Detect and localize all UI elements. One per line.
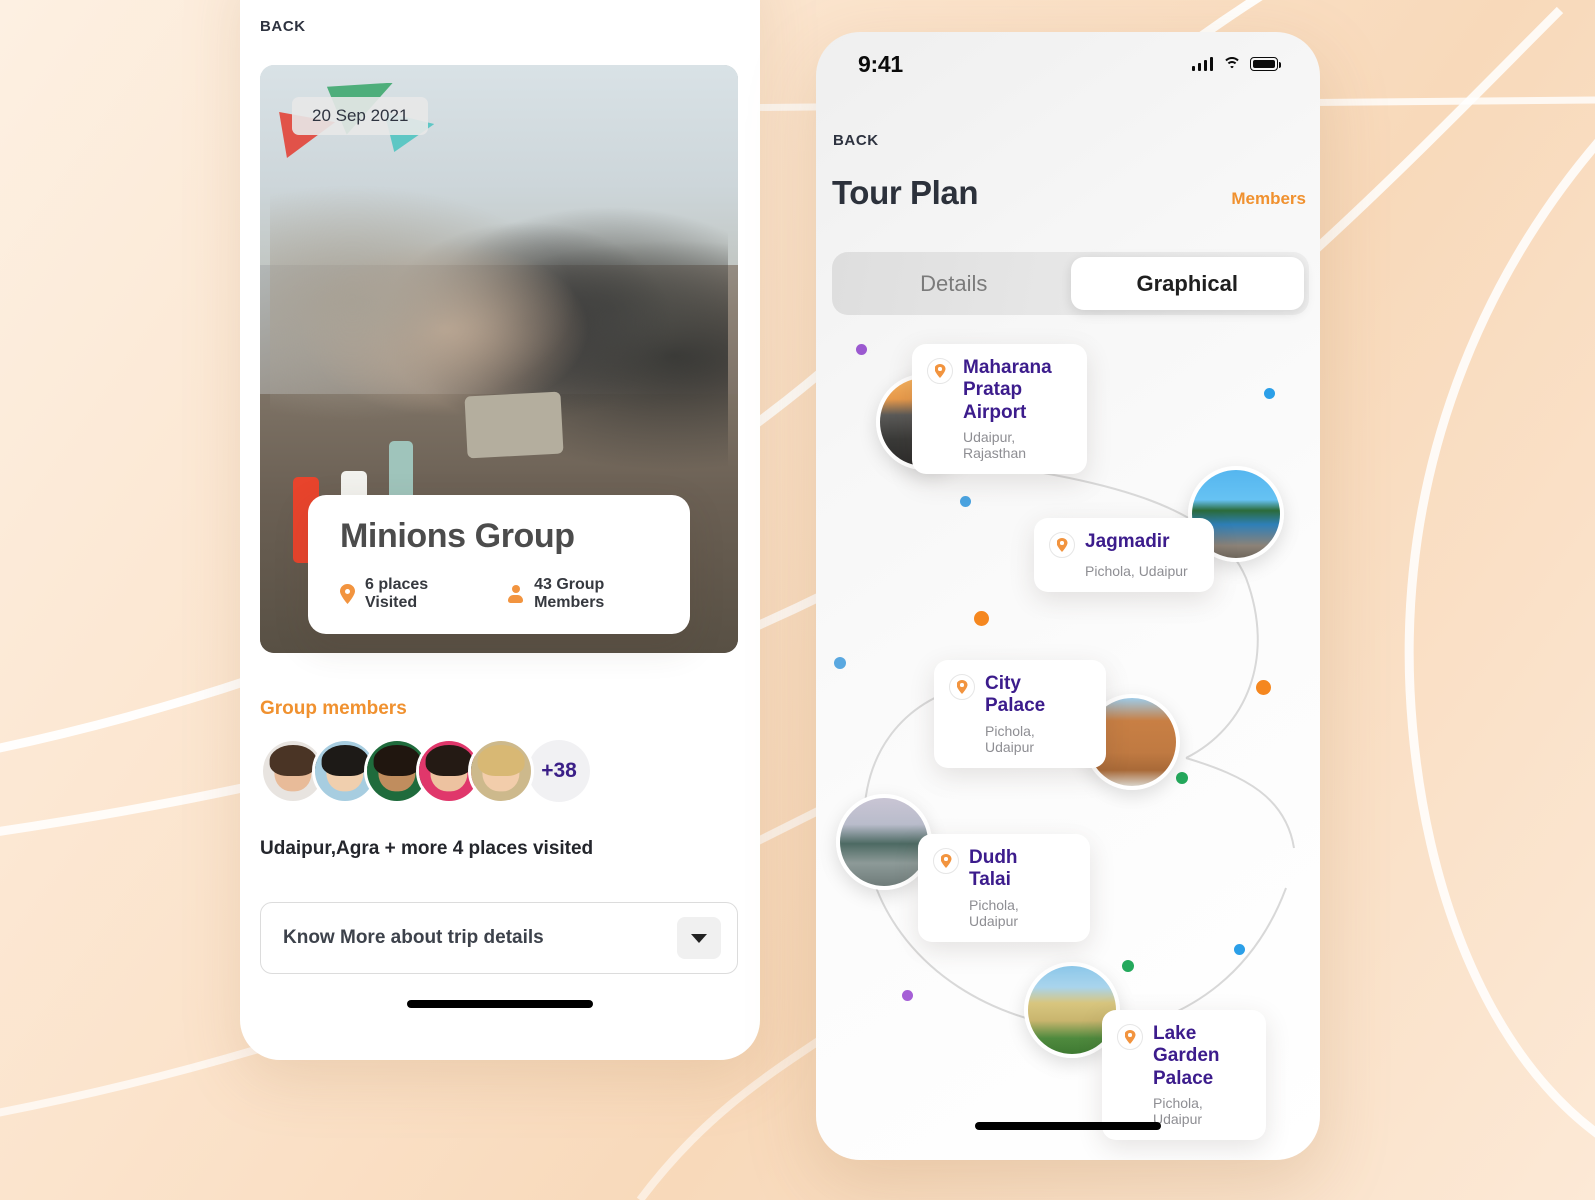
dot-green-1 xyxy=(1176,772,1188,784)
stat-members-label: 43 Group Members xyxy=(534,576,605,611)
stat-places-visited: 6 places Visited xyxy=(340,576,467,612)
dot-blue-1 xyxy=(1264,388,1275,399)
group-members-heading: Group members xyxy=(260,698,407,719)
map-pin-icon xyxy=(933,848,959,874)
status-time: 9:41 xyxy=(858,50,903,77)
know-more-dropdown[interactable]: Know More about trip details xyxy=(260,902,738,974)
group-stats: 6 places Visited 43 Group Members xyxy=(340,576,658,612)
dot-green-2 xyxy=(1122,960,1134,972)
tab-graphical[interactable]: Graphical xyxy=(1070,257,1304,310)
page-title: Tour Plan xyxy=(832,174,979,211)
dot-blue-2 xyxy=(960,496,971,507)
map-pin-icon xyxy=(927,358,953,384)
group-members-avatars[interactable]: +38 xyxy=(260,738,590,804)
person-icon xyxy=(507,585,524,603)
battery-full-icon xyxy=(1250,57,1282,71)
location-name: Jagmadir xyxy=(1085,531,1170,552)
members-link[interactable]: Members xyxy=(1231,189,1306,209)
dot-orange-1 xyxy=(974,611,989,626)
map-pin-icon xyxy=(1117,1024,1143,1050)
location-card-maharana-pratap-airport[interactable]: Maharana Pratap Airport Udaipur, Rajasth… xyxy=(912,344,1087,475)
home-indicator-left xyxy=(407,1000,593,1008)
cellular-signal-icon xyxy=(1191,57,1213,71)
location-subtitle: Pichola, Udaipur xyxy=(1085,563,1188,579)
location-subtitle: Pichola, Udaipur xyxy=(1153,1095,1203,1128)
location-card-city-palace[interactable]: City Palace Pichola, Udaipur xyxy=(934,660,1106,768)
stat-group-members: 43 Group Members xyxy=(507,576,658,612)
map-pin-icon xyxy=(949,674,975,700)
back-button[interactable]: BACK xyxy=(260,18,306,35)
dot-blue-4 xyxy=(1234,944,1245,955)
group-title: Minions Group xyxy=(340,517,575,555)
location-name: Dudh Talai xyxy=(969,847,1018,891)
left-phone-screen: BACK 20 Sep 2021 Minions Group 6 places … xyxy=(240,0,760,1060)
status-bar: 9:41 xyxy=(816,32,1320,96)
wifi-icon xyxy=(1222,57,1241,71)
more-members-badge[interactable]: +38 xyxy=(528,740,590,802)
dot-blue-3 xyxy=(834,657,846,669)
member-avatar-5[interactable] xyxy=(468,738,534,804)
location-card-dudh-talai[interactable]: Dudh Talai Pichola, Udaipur xyxy=(918,834,1090,942)
location-subtitle: Udaipur, Rajasthan xyxy=(963,429,1027,462)
stat-places-label: 6 places Visited xyxy=(365,576,429,611)
location-name: Lake Garden Palace xyxy=(1153,1023,1220,1089)
location-name: Maharana Pratap Airport xyxy=(963,357,1052,423)
dot-purple-2 xyxy=(902,990,913,1001)
places-visited-line: Udaipur,Agra + more 4 places visited xyxy=(260,838,594,859)
location-subtitle: Pichola, Udaipur xyxy=(985,722,1035,755)
map-pin-icon xyxy=(340,584,355,604)
know-more-label: Know More about trip details xyxy=(283,927,544,948)
right-phone-screen: 9:41 BACK Tour Plan Members Details Grap… xyxy=(816,32,1320,1160)
photo-stone-sign xyxy=(463,391,564,459)
dot-orange-2 xyxy=(1256,680,1271,695)
home-indicator-right xyxy=(975,1122,1161,1130)
location-name: City Palace xyxy=(985,673,1046,717)
location-subtitle: Pichola, Udaipur xyxy=(969,896,1019,929)
view-tab-switcher[interactable]: Details Graphical xyxy=(832,252,1309,315)
dot-purple-1 xyxy=(856,344,867,355)
group-info-card: Minions Group 6 places Visited 43 Group … xyxy=(308,495,690,634)
location-card-jagmadir[interactable]: Jagmadir Pichola, Udaipur xyxy=(1034,518,1214,592)
status-icons xyxy=(1191,57,1282,71)
tab-details[interactable]: Details xyxy=(837,257,1071,310)
tour-route-map: Maharana Pratap Airport Udaipur, Rajasth… xyxy=(816,328,1320,1141)
back-button-right[interactable]: BACK xyxy=(833,132,879,149)
map-pin-icon xyxy=(1049,532,1075,558)
location-card-lake-garden-palace[interactable]: Lake Garden Palace Pichola, Udaipur xyxy=(1102,1010,1266,1141)
date-badge: 20 Sep 2021 xyxy=(292,97,429,135)
chevron-down-icon[interactable] xyxy=(677,917,721,959)
